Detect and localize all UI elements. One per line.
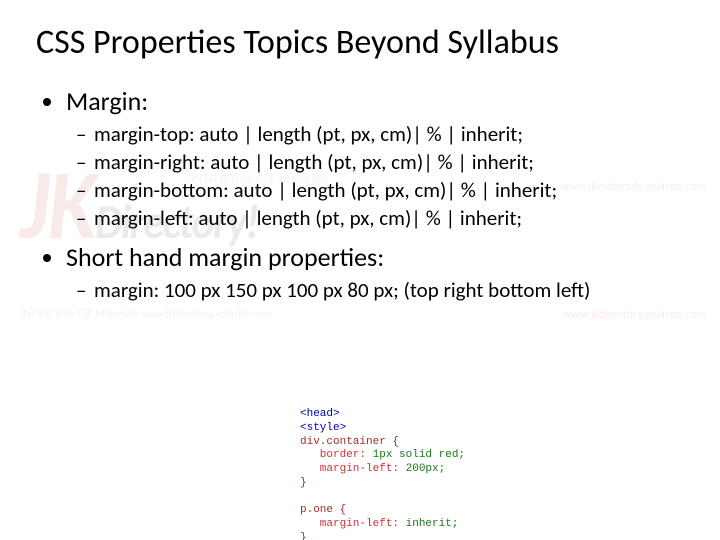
bullet-margin-label: Margin:: [66, 85, 148, 117]
bullet-margin: Margin: margin-top: auto | length (pt, p…: [66, 85, 684, 231]
code-part: margin-left:: [300, 518, 399, 530]
code-line: <style>: [300, 422, 346, 434]
sub-bullet: margin-left: auto | length (pt, px, cm)|…: [94, 205, 684, 231]
bullet-list-shorthand-sub: margin: 100 px 150 px 100 px 80 px; (top…: [76, 277, 684, 303]
watermark-url-bottom: www.jkdirectory.yolasite.com: [563, 308, 706, 322]
code-line: }: [300, 532, 307, 540]
code-snippet: <head> <style> div.container { border: 1…: [300, 408, 465, 540]
watermark-strip: JNTU B Tech CSE Materials www.jkdirector…: [20, 307, 271, 320]
slide-content: CSS Properties Topics Beyond Syllabus Ma…: [0, 0, 720, 303]
slide-title: CSS Properties Topics Beyond Syllabus: [36, 22, 684, 63]
bullet-list-margin-sub: margin-top: auto | length (pt, px, cm)| …: [76, 121, 684, 231]
sub-bullet: margin: 100 px 150 px 100 px 80 px; (top…: [94, 277, 684, 303]
sub-bullet: margin-right: auto | length (pt, px, cm)…: [94, 149, 684, 175]
code-line: div.container {: [300, 436, 399, 448]
bullet-shorthand-label: Short hand margin properties:: [66, 241, 384, 273]
code-line: p.one {: [300, 504, 346, 516]
sub-bullet: margin-bottom: auto | length (pt, px, cm…: [94, 177, 684, 203]
sub-bullet: margin-top: auto | length (pt, px, cm)| …: [94, 121, 684, 147]
code-part: 1px solid red;: [366, 449, 465, 461]
bullet-shorthand: Short hand margin properties: margin: 10…: [66, 241, 684, 303]
code-part: margin-left:: [300, 463, 399, 475]
code-part: inherit;: [399, 518, 458, 530]
code-line: }: [300, 477, 307, 489]
code-part: 200px;: [399, 463, 445, 475]
code-part: border:: [300, 449, 366, 461]
code-line: <head>: [300, 408, 340, 420]
bullet-list-level1: Margin: margin-top: auto | length (pt, p…: [44, 85, 684, 303]
